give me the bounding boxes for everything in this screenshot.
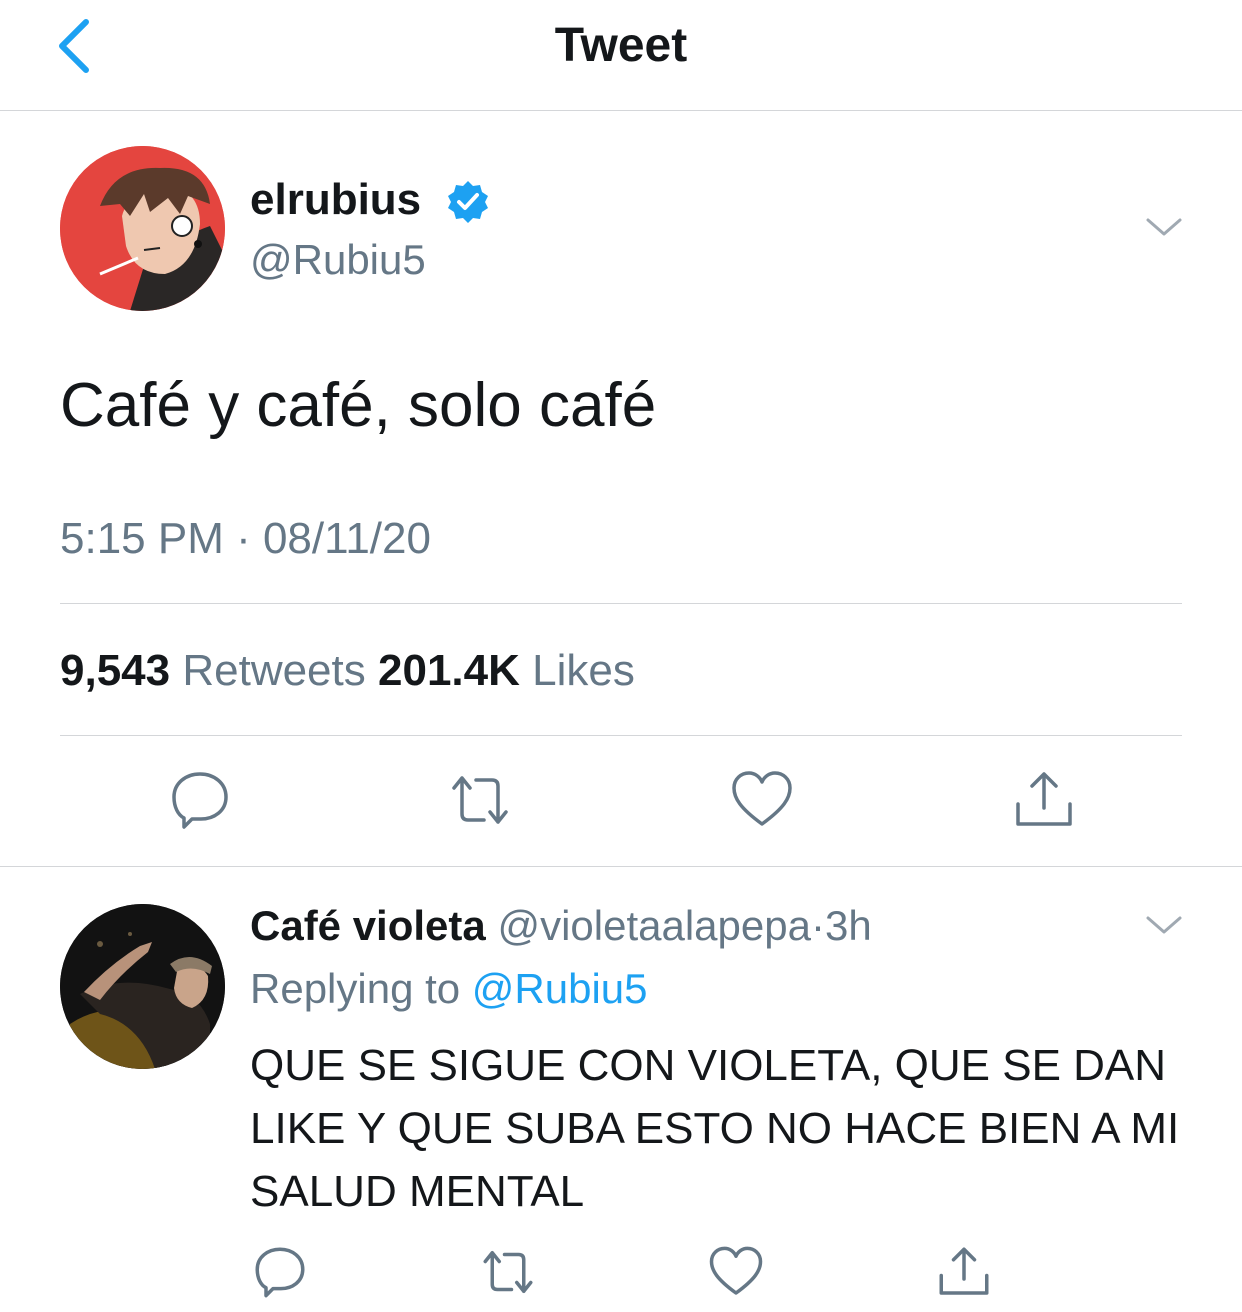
reply-author-line: Café violeta @violetaalapepa·3h [250,898,872,954]
chevron-down-icon[interactable] [1144,212,1184,242]
reply-author-handle[interactable]: @violetaalapepa [497,902,811,949]
reply-icon[interactable] [168,768,232,832]
author-name[interactable]: elrubius [250,172,421,228]
author-handle[interactable]: @Rubiu5 [250,234,426,286]
retweet-icon[interactable] [448,768,512,832]
like-icon[interactable] [708,1244,764,1300]
divider [60,735,1182,736]
reply-separator: · [810,902,825,949]
replying-prefix: Replying to [250,965,461,1012]
reply-avatar[interactable] [60,904,225,1069]
like-count[interactable]: 201.4K [378,646,520,695]
replying-to-mention[interactable]: @Rubiu5 [472,965,648,1012]
reply-text: QUE SE SIGUE CON VIOLETA, QUE SE DAN LIK… [250,1041,1180,1216]
likes-label[interactable]: Likes [532,646,635,695]
avatar[interactable] [60,146,225,311]
page-title: Tweet [554,19,688,72]
back-chevron-icon[interactable] [48,16,104,76]
verified-badge-icon [448,181,488,223]
divider [60,603,1182,604]
retweets-label[interactable]: Retweets [182,646,365,695]
divider [0,866,1242,867]
tweet-timestamp: 5:15 PM · 08/11/20 [60,514,431,563]
reply-time: 3h [824,902,872,949]
tweet-stats: 9,543 Retweets 201.4K Likes [60,643,635,699]
reply-icon[interactable] [252,1244,308,1300]
reply-author-name[interactable]: Café violeta [250,902,486,949]
replying-to-line: Replying to @Rubiu5 [250,962,648,1016]
tweet-text: Café y café, solo café [60,371,657,440]
share-icon[interactable] [936,1244,992,1300]
retweet-count[interactable]: 9,543 [60,646,170,695]
chevron-down-icon[interactable] [1144,910,1184,940]
share-icon[interactable] [1012,768,1076,832]
like-icon[interactable] [730,768,794,832]
retweet-icon[interactable] [480,1244,536,1300]
